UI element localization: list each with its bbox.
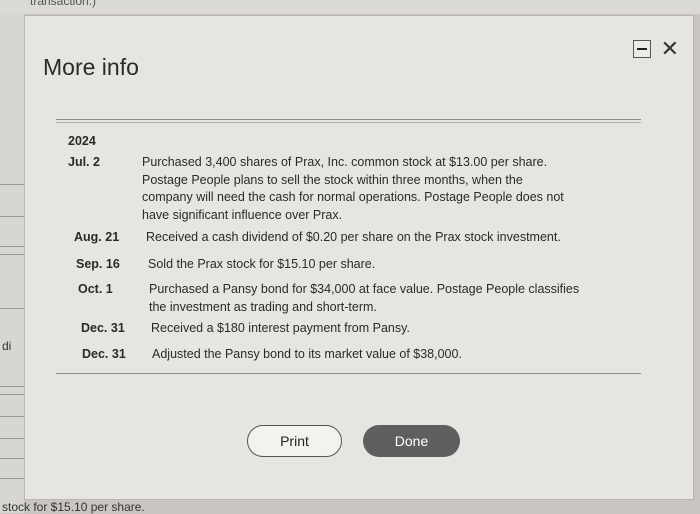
entry-date: Oct. 1 — [78, 282, 113, 296]
entry-date: Dec. 31 — [81, 321, 125, 335]
entry-date: Jul. 2 — [68, 155, 100, 169]
table-top-rule — [56, 119, 641, 120]
background-bottom-text: stock for $15.10 per share. — [2, 500, 145, 514]
print-button[interactable]: Print — [247, 425, 342, 457]
dialog-title: More info — [43, 54, 139, 80]
divider — [0, 386, 24, 387]
entry-line: Purchased 3,400 shares of Prax, Inc. com… — [142, 155, 548, 169]
divider — [0, 184, 24, 185]
background-left-panel — [0, 14, 24, 513]
year-heading: 2024 — [68, 134, 96, 148]
divider — [0, 478, 24, 479]
entry-date: Aug. 21 — [74, 230, 120, 244]
entry-date: Sep. 16 — [76, 257, 120, 271]
done-button[interactable]: Done — [363, 425, 460, 457]
divider — [0, 438, 24, 439]
entry-line: Adjusted the Pansy bond to its market va… — [152, 347, 462, 361]
entry-line: the investment as trading and short-term… — [149, 299, 377, 314]
entry-date: Dec. 31 — [82, 347, 126, 361]
entry-line: Received a cash dividend of $0.20 per sh… — [146, 230, 561, 244]
transactions-table: 2024 Jul. 2 Purchased 3,400 shares of Pr… — [56, 117, 641, 377]
background-left-text: di — [2, 339, 12, 353]
entry-description: Received a $180 interest payment from Pa… — [151, 320, 410, 338]
divider — [0, 254, 24, 255]
table-top-rule-inner — [56, 122, 641, 123]
divider — [0, 458, 24, 459]
entry-description: Purchased 3,400 shares of Prax, Inc. com… — [142, 154, 564, 224]
divider — [0, 308, 24, 309]
entry-line: company will need the cash for normal op… — [142, 190, 564, 204]
close-icon[interactable]: ✕ — [661, 38, 679, 60]
more-info-dialog: More info ✕ 2024 Jul. 2 Purchased 3,400 … — [24, 15, 694, 500]
entry-line: Purchased a Pansy bond for $34,000 at fa… — [149, 282, 580, 296]
divider — [0, 416, 24, 417]
divider — [0, 246, 24, 247]
entry-line: Sold the Prax stock for $15.10 per share… — [148, 257, 376, 271]
divider — [0, 394, 24, 395]
background-top-strip: transaction.) — [0, 0, 700, 14]
entry-line: Postage People plans to sell the stock w… — [142, 172, 523, 187]
divider — [0, 216, 24, 217]
entry-line: have significant influence over Prax. — [142, 207, 343, 222]
entry-description: Received a cash dividend of $0.20 per sh… — [146, 229, 561, 247]
minimize-icon[interactable] — [632, 40, 651, 58]
entry-description: Sold the Prax stock for $15.10 per share… — [148, 256, 375, 274]
entry-description: Purchased a Pansy bond for $34,000 at fa… — [149, 281, 579, 316]
table-bottom-rule — [56, 373, 641, 374]
entry-description: Adjusted the Pansy bond to its market va… — [152, 346, 462, 364]
background-top-text: transaction.) — [30, 0, 97, 8]
window-controls: ✕ — [632, 38, 679, 60]
entry-line: Received a $180 interest payment from Pa… — [151, 321, 410, 335]
